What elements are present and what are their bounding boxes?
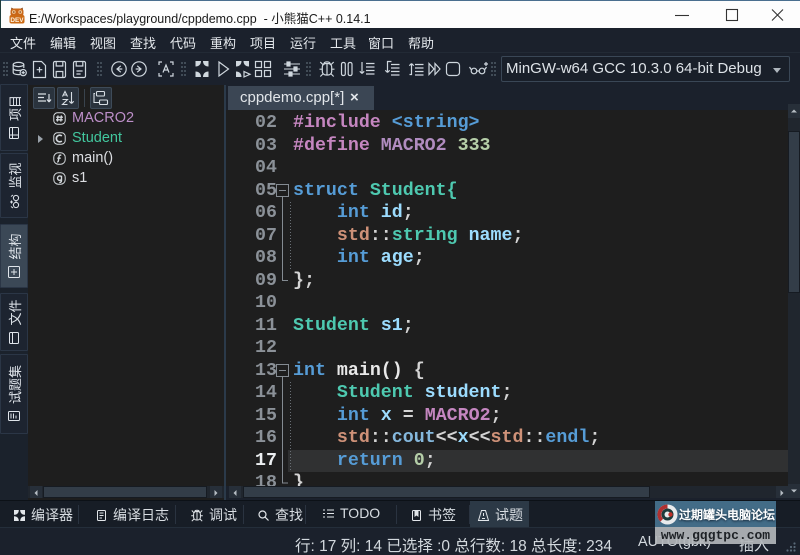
svg-text:DEV: DEV [10, 17, 24, 24]
